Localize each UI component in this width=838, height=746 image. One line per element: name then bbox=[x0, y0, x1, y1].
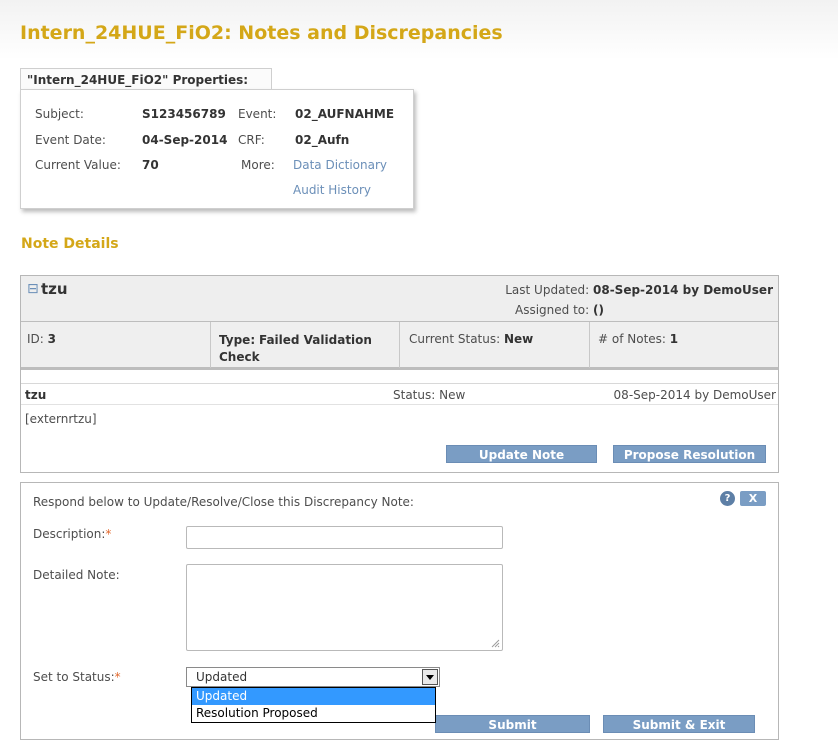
propose-resolution-button[interactable]: Propose Resolution bbox=[613, 445, 766, 463]
submit-exit-button[interactable]: Submit & Exit bbox=[603, 715, 755, 733]
page-title: Intern_24HUE_FiO2: Notes and Discrepanci… bbox=[20, 22, 503, 44]
audit-history-link[interactable]: Audit History bbox=[293, 183, 371, 197]
note-status: Current Status: New bbox=[409, 332, 533, 346]
subject-value: S123456789 bbox=[142, 107, 226, 121]
submit-button[interactable]: Submit bbox=[435, 715, 590, 733]
event-label: Event: bbox=[238, 107, 277, 121]
status-value: New bbox=[504, 332, 534, 346]
note-type: Type: Failed Validation Check bbox=[219, 332, 394, 366]
last-updated: Last Updated: 08-Sep-2014 by DemoUser bbox=[505, 283, 773, 297]
note-count: # of Notes: 1 bbox=[598, 332, 678, 346]
collapse-icon[interactable]: ⊟ bbox=[27, 281, 39, 297]
assigned-label: Assigned to: bbox=[515, 303, 590, 317]
status-label-group: Set to Status:* bbox=[33, 670, 121, 684]
current-value-value: 70 bbox=[142, 158, 159, 172]
status-option-updated[interactable]: Updated bbox=[192, 688, 435, 705]
resize-grip-icon[interactable] bbox=[490, 638, 500, 648]
id-value: 3 bbox=[47, 332, 57, 346]
status-dropdown-list: Updated Resolution Proposed bbox=[191, 687, 436, 723]
current-value-label: Current Value: bbox=[35, 158, 121, 172]
description-label-group: Description:* bbox=[33, 527, 111, 541]
event-value: 02_AUFNAHME bbox=[295, 107, 395, 121]
note-details-heading: Note Details bbox=[21, 236, 119, 252]
id-label: ID: bbox=[27, 332, 44, 346]
set-status-label: Set to Status: bbox=[33, 670, 115, 684]
status-option-resolution-proposed[interactable]: Resolution Proposed bbox=[192, 705, 435, 722]
crf-value: 02_Aufn bbox=[295, 133, 350, 147]
event-date-label: Event Date: bbox=[35, 133, 106, 147]
thread-detail: [externrtzu] bbox=[25, 412, 97, 426]
crf-label: CRF: bbox=[238, 133, 265, 147]
status-select[interactable]: Updated bbox=[186, 667, 440, 687]
thread-status: Status: New bbox=[393, 388, 466, 402]
update-note-button[interactable]: Update Note bbox=[446, 445, 597, 463]
description-label: Description: bbox=[33, 527, 106, 541]
help-icon[interactable]: ? bbox=[720, 491, 735, 506]
type-label: Type: bbox=[219, 333, 256, 347]
num-notes-label: # of Notes: bbox=[598, 332, 666, 346]
last-updated-value: 08-Sep-2014 by DemoUser bbox=[593, 283, 773, 297]
assigned-to: Assigned to: () bbox=[515, 303, 604, 317]
subject-label: Subject: bbox=[35, 107, 84, 121]
last-updated-label: Last Updated: bbox=[505, 283, 590, 297]
description-input[interactable] bbox=[186, 526, 503, 549]
respond-instruction: Respond below to Update/Resolve/Close th… bbox=[33, 495, 414, 509]
note-id: ID: 3 bbox=[27, 332, 56, 346]
column-divider bbox=[589, 322, 590, 368]
close-icon[interactable]: X bbox=[740, 491, 766, 506]
note-title: tzu bbox=[41, 280, 68, 298]
data-dictionary-link[interactable]: Data Dictionary bbox=[293, 158, 387, 172]
more-label: More: bbox=[241, 158, 275, 172]
status-select-value: Updated bbox=[196, 670, 248, 684]
detailed-note-textarea[interactable] bbox=[186, 564, 503, 651]
thread-title: tzu bbox=[25, 388, 47, 402]
thread-date: 08-Sep-2014 by DemoUser bbox=[613, 388, 776, 402]
num-notes-value: 1 bbox=[669, 332, 679, 346]
column-divider bbox=[399, 322, 400, 368]
dropdown-arrow-icon[interactable] bbox=[422, 669, 438, 685]
assigned-value: () bbox=[593, 303, 604, 317]
column-divider bbox=[210, 322, 211, 368]
detailed-note-label: Detailed Note: bbox=[33, 568, 120, 582]
required-mark: * bbox=[105, 527, 112, 541]
event-date-value: 04-Sep-2014 bbox=[142, 133, 228, 147]
properties-tab: "Intern_24HUE_FiO2" Properties: bbox=[20, 68, 272, 90]
status-label: Current Status: bbox=[409, 332, 501, 346]
required-mark: * bbox=[114, 670, 121, 684]
